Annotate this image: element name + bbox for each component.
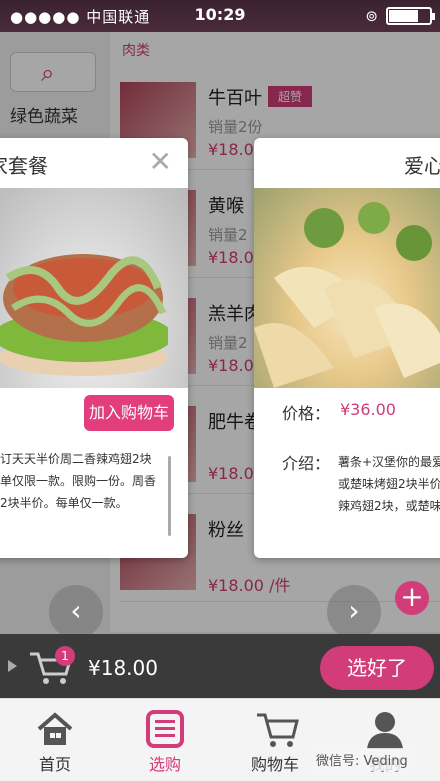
close-icon[interactable]: ✕: [149, 148, 172, 176]
scrollbar[interactable]: [168, 456, 171, 536]
product-photo: [0, 188, 188, 388]
app-screen: ●●●●● 中国联通 10:29 ⊚ ⌕ 绿色蔬菜 肉类 牛百叶 超赞 销量2份…: [0, 0, 440, 781]
watermark: 微信号: Veding: [310, 748, 414, 771]
menu-icon: [146, 710, 184, 748]
home-icon: [37, 712, 73, 745]
fries-image: [254, 202, 440, 388]
tab-home[interactable]: 首页: [0, 699, 110, 781]
battery-icon: [386, 7, 435, 25]
tab-label: 选购: [148, 755, 181, 774]
price-label: 价格：: [282, 404, 331, 423]
intro-value: 薯条+汉堡你的最爱 或楚味烤翅2块半价 辣鸡翅2块，或楚味: [338, 455, 440, 513]
product-card-left[interactable]: 家套餐 ✕ 加入购物车 网订天天半价周二香辣鸡翅2块 每单仅限一款。限购一份。周…: [0, 138, 188, 558]
product-photo: [254, 188, 440, 388]
card-title: 家套餐: [0, 154, 48, 178]
checkout-button[interactable]: 选好了: [320, 646, 434, 690]
price-value: ¥36.00: [340, 400, 396, 419]
burger-image: [0, 254, 168, 376]
tab-shop[interactable]: 选购: [110, 699, 220, 781]
cart-total: ¥18.00: [88, 656, 158, 680]
expand-triangle-icon[interactable]: [8, 660, 17, 672]
cart-count-badge: 1: [55, 646, 75, 666]
add-to-cart-button[interactable]: 加入购物车: [84, 395, 174, 431]
card-description: 网订天天半价周二香辣鸡翅2块 每单仅限一款。限购一份。周香 翅2块半价。每单仅一…: [0, 452, 157, 510]
intro-label: 介绍：: [282, 454, 331, 473]
product-card-right[interactable]: 爱心 价格： ¥36.00 介绍： 薯条+汉堡你的最爱 或楚味烤翅2块半价 辣鸡…: [254, 138, 440, 558]
status-bar: ●●●●● 中国联通 10:29 ⊚: [0, 0, 440, 32]
cart-bar: 1 ¥18.00 选好了: [0, 634, 440, 698]
cart-icon: [257, 713, 299, 747]
card-title: 爱心: [404, 154, 440, 178]
user-icon: [367, 712, 403, 749]
prev-arrow-icon[interactable]: ‹: [49, 585, 103, 639]
add-plus-icon[interactable]: +: [395, 581, 429, 615]
next-arrow-icon[interactable]: ›: [327, 585, 381, 639]
rotation-lock-icon: ⊚: [365, 7, 378, 25]
tab-label: 首页: [38, 755, 71, 774]
